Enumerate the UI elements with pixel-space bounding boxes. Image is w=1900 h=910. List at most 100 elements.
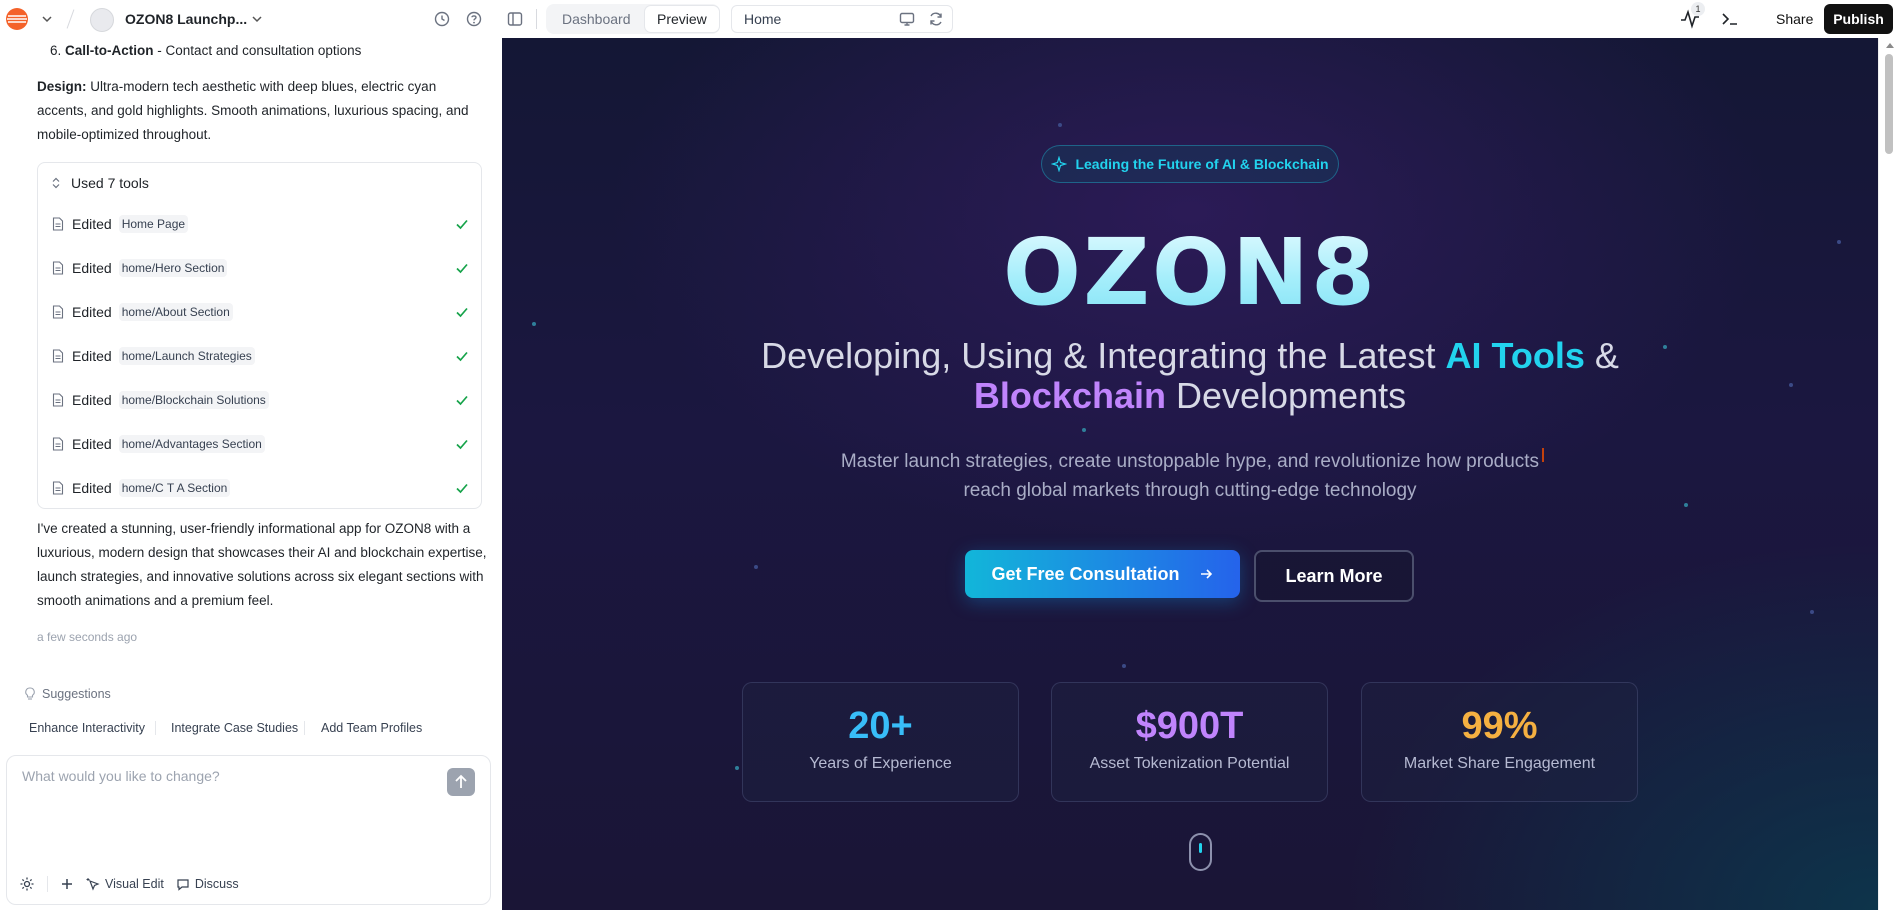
lightbulb-icon [25, 687, 35, 700]
help-icon[interactable] [465, 10, 483, 28]
stat-label: Asset Tokenization Potential [1089, 755, 1290, 772]
get-consultation-button[interactable]: Get Free Consultation [965, 550, 1240, 598]
tool-row[interactable]: Edited home/Blockchain Solutions [52, 388, 470, 412]
tool-target: home/About Section [118, 303, 233, 321]
publish-button[interactable]: Publish [1824, 4, 1893, 34]
hero-subtitle: Developing, Using & Integrating the Late… [502, 336, 1878, 416]
refresh-icon[interactable] [927, 10, 945, 28]
divider [155, 721, 156, 735]
scroll-indicator-icon [1189, 833, 1212, 871]
star-dot [1122, 664, 1126, 668]
chat-panel: 6. Call-to-Action - Contact and consulta… [0, 37, 500, 910]
scroll-up-icon[interactable] [1886, 43, 1894, 48]
description-line: Master launch strategies, create unstopp… [840, 451, 1540, 472]
tool-target: Home Page [118, 215, 189, 233]
check-icon [456, 439, 468, 450]
tool-verb: Edited [72, 216, 112, 232]
suggestion-chip[interactable]: Integrate Case Studies [166, 715, 303, 741]
cta-list-item: 6. Call-to-Action - Contact and consulta… [50, 39, 361, 63]
tool-verb: Edited [72, 260, 112, 276]
check-icon [456, 307, 468, 318]
file-icon [52, 349, 64, 363]
tool-row[interactable]: Edited Home Page [52, 212, 470, 236]
activity-count-badge: 1 [1691, 2, 1705, 16]
tool-row[interactable]: Edited home/C T A Section [52, 476, 470, 500]
top-bar: OZON8 Launchp... Dashboard Preview Home … [0, 0, 1900, 37]
description-line: reach global markets through cutting-edg… [963, 480, 1417, 501]
file-icon [52, 217, 64, 231]
tool-row[interactable]: Edited home/About Section [52, 300, 470, 324]
monitor-icon[interactable] [898, 10, 916, 28]
check-icon [456, 263, 468, 274]
tool-row[interactable]: Edited home/Launch Strategies [52, 344, 470, 368]
scrollbar-thumb[interactable] [1885, 54, 1893, 154]
send-button[interactable] [447, 768, 475, 796]
learn-more-button[interactable]: Learn More [1254, 550, 1414, 602]
tools-toggle[interactable]: Used 7 tools [51, 175, 149, 191]
divider [304, 721, 305, 735]
visual-edit-label: Visual Edit [105, 877, 164, 891]
file-icon [52, 261, 64, 275]
subtitle-text: Developments [1165, 375, 1407, 416]
hero-badge: Leading the Future of AI & Blockchain [1041, 145, 1339, 183]
tools-card: Used 7 tools Edited Home Page Edited hom… [37, 162, 482, 509]
chevron-down-icon[interactable] [251, 13, 263, 25]
visual-edit-button[interactable]: Visual Edit [86, 877, 164, 891]
arrow-up-icon [455, 774, 467, 788]
tool-target: home/Launch Strategies [118, 347, 255, 365]
cursor-sparkle-icon [86, 878, 100, 891]
suggestion-chip[interactable]: Add Team Profiles [316, 715, 427, 741]
chat-bubble-icon [177, 879, 189, 891]
stat-card: $900T Asset Tokenization Potential [1051, 682, 1328, 802]
star-dot [1810, 610, 1814, 614]
stat-value: 20+ [848, 705, 913, 747]
settings-icon[interactable] [19, 876, 35, 892]
preview-frame[interactable]: Leading the Future of AI & Blockchain OZ… [502, 38, 1878, 910]
message-input[interactable] [22, 768, 442, 784]
tab-preview[interactable]: Preview [645, 6, 719, 32]
file-icon [52, 437, 64, 451]
stat-value: $900T [1135, 705, 1244, 747]
sidebar-toggle-icon[interactable] [506, 10, 524, 28]
app-logo-icon[interactable] [5, 7, 29, 31]
terminal-icon[interactable] [1720, 9, 1740, 29]
stat-value: 99% [1461, 705, 1538, 747]
tool-verb: Edited [72, 480, 112, 496]
share-button[interactable]: Share [1763, 4, 1826, 34]
preview-scrollbar[interactable] [1878, 38, 1900, 910]
expand-collapse-icon [52, 177, 60, 189]
check-icon [456, 351, 468, 362]
discuss-button[interactable]: Discuss [176, 877, 239, 891]
tool-row[interactable]: Edited home/Advantages Section [52, 432, 470, 456]
stat-card: 99% Market Share Engagement [1361, 682, 1638, 802]
hero-badge-text: Leading the Future of AI & Blockchain [1075, 156, 1329, 172]
route-input[interactable]: Home [731, 5, 953, 33]
discuss-label: Discuss [194, 877, 239, 891]
star-dot [735, 766, 739, 770]
history-icon[interactable] [433, 10, 451, 28]
tools-header-label: Used 7 tools [71, 175, 149, 191]
tool-verb: Edited [72, 392, 112, 408]
assistant-summary: I've created a stunning, user-friendly i… [37, 521, 487, 608]
stat-label: Years of Experience [809, 755, 952, 772]
message-timestamp: a few seconds ago [37, 630, 138, 644]
tool-target: home/Advantages Section [118, 435, 265, 453]
design-note: Design: Ultra-modern tech aesthetic with… [37, 75, 487, 147]
tool-verb: Edited [72, 348, 112, 364]
tool-row[interactable]: Edited home/Hero Section [52, 256, 470, 280]
star-dot [1058, 123, 1062, 127]
stat-card: 20+ Years of Experience [742, 682, 1019, 802]
suggestions-label: Suggestions [42, 687, 111, 701]
plus-icon[interactable] [60, 877, 74, 891]
divider [47, 876, 48, 892]
project-name[interactable]: OZON8 Launchp... [125, 11, 247, 27]
file-icon [52, 393, 64, 407]
list-item-title: Call-to-Action [65, 43, 154, 58]
project-avatar[interactable] [90, 8, 114, 32]
suggestion-chip[interactable]: Enhance Interactivity [24, 715, 150, 741]
tool-verb: Edited [72, 436, 112, 452]
chevron-down-icon[interactable] [41, 13, 53, 25]
message-composer: Visual Edit Discuss [6, 755, 491, 905]
stat-label: Market Share Engagement [1403, 755, 1596, 772]
tab-dashboard[interactable]: Dashboard [550, 6, 643, 32]
